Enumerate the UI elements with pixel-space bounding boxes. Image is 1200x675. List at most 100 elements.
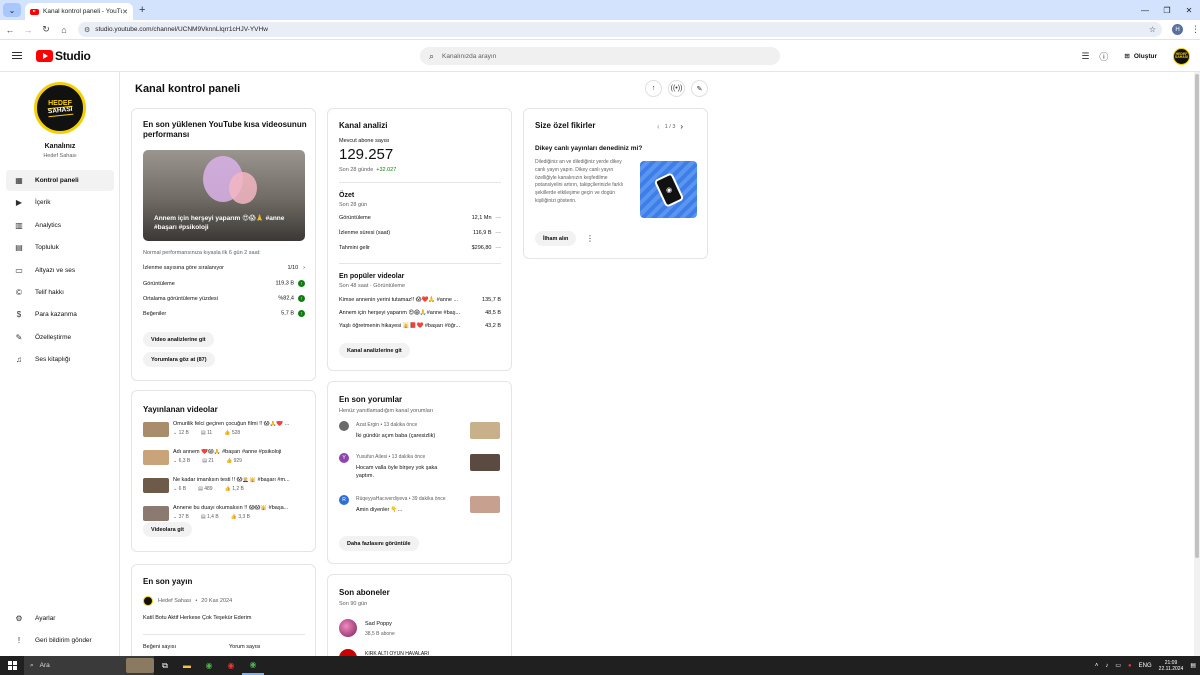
chrome-active-icon[interactable]: ◉ xyxy=(242,656,264,675)
back-icon[interactable]: ← xyxy=(2,25,18,35)
upload-icon[interactable]: ↑ xyxy=(645,80,662,97)
comment-video-thumbnail[interactable] xyxy=(470,422,500,439)
browser-tab[interactable]: Kanal kontrol paneli - YouTube ✕ xyxy=(25,3,133,20)
file-explorer-icon[interactable]: ▬ xyxy=(176,656,198,675)
sidebar-item-community[interactable]: ▤ Topluluk xyxy=(6,237,114,258)
sidebar-item-customization[interactable]: ✎ Özelleştirme xyxy=(6,327,114,348)
create-button[interactable]: ⊞ Oluştur xyxy=(1118,47,1163,65)
tab-title: Kanal kontrol paneli - YouTube xyxy=(43,8,122,15)
ideas-pager: ‹ 1 / 3 › xyxy=(657,122,683,131)
task-view-icon[interactable]: ⧉ xyxy=(154,656,176,675)
comment-video-thumbnail[interactable] xyxy=(470,496,500,513)
popular-video-row[interactable]: Annem için herşeyi yaparım 😍😱🙏#anne #baş… xyxy=(339,310,501,316)
home-icon[interactable]: ⌂ xyxy=(56,25,72,35)
close-window-icon[interactable]: ✕ xyxy=(1178,0,1200,20)
studio-logo[interactable]: Studio xyxy=(36,49,91,63)
forward-icon[interactable]: → xyxy=(20,25,36,35)
chrome-icon[interactable]: ◉ xyxy=(198,656,220,675)
thumbs-up-icon: 👍 xyxy=(224,486,231,492)
tab-search-icon[interactable]: ⌄ xyxy=(3,3,21,17)
help-icon[interactable]: ⓘ xyxy=(1099,50,1108,63)
language-icon[interactable]: ENG xyxy=(1139,663,1152,669)
account-avatar[interactable]: HEDEF SAHASI xyxy=(1173,47,1190,65)
card-title: En son yorumlar xyxy=(339,395,403,404)
channel-analytics-card: Kanal analizi Mevcut abone sayısı 129.25… xyxy=(327,108,512,371)
sidebar-item-audio-library[interactable]: ♫ Ses kitaplığı xyxy=(6,349,114,370)
video-thumbnail[interactable] xyxy=(143,478,169,493)
minimize-icon[interactable]: — xyxy=(1134,0,1156,20)
video-list-item[interactable]: Omurilik felci geçiren çocuğun filmi !! … xyxy=(143,421,305,443)
chevron-left-icon[interactable]: ‹ xyxy=(657,122,660,131)
site-info-icon[interactable]: ⚙ xyxy=(84,26,90,34)
channel-avatar[interactable]: HEDEF SAHASI xyxy=(34,82,86,134)
go-live-icon[interactable]: ((•)) xyxy=(668,80,685,97)
page-scrollbar[interactable] xyxy=(1194,72,1200,656)
tray-expand-icon[interactable]: ˄ xyxy=(1095,663,1099,669)
system-tray: ˄ ♪ ▭ ● ENG 21:09 22.11.2024 ▤ xyxy=(1095,656,1196,675)
comment-video-thumbnail[interactable] xyxy=(470,454,500,471)
search-icon: ⌕ xyxy=(30,661,34,669)
subscriber-name[interactable]: Sad Poppy xyxy=(365,621,392,627)
window-controls: — ❐ ✕ xyxy=(1134,0,1200,20)
start-button[interactable] xyxy=(0,656,24,675)
views-icon: ⌄ xyxy=(173,458,178,464)
clock[interactable]: 21:09 22.11.2024 xyxy=(1159,660,1184,672)
reload-icon[interactable]: ↻ xyxy=(38,24,54,35)
view-more-comments-button[interactable]: Daha fazlasını görüntüle xyxy=(339,536,419,551)
url-field[interactable]: ⚙ studio.youtube.com/channel/UCNM9VknnLl… xyxy=(77,22,1163,37)
search-input[interactable]: ⌕ Kanalınızda arayın xyxy=(420,47,780,65)
rank-row[interactable]: İzlenme sayısına göre sıralanıyor 1/10 › xyxy=(143,265,305,271)
restore-icon[interactable]: ❐ xyxy=(1156,0,1178,20)
video-title: Omurilik felci geçiren çocuğun filmi !! … xyxy=(173,421,290,427)
views-icon: ⌄ xyxy=(173,486,178,492)
notifications-icon[interactable]: ▤ xyxy=(1190,662,1196,669)
comment-author: Yusufun Ailesi xyxy=(356,454,388,460)
video-views: 6 B xyxy=(178,486,187,492)
sidebar-item-analytics[interactable]: ▥ Analytics xyxy=(6,215,114,236)
browser-profile-avatar[interactable]: H xyxy=(1172,24,1183,35)
taskbar-search[interactable]: ⌕ Ara xyxy=(24,656,154,675)
chevron-right-icon[interactable]: › xyxy=(680,122,683,131)
comments-icon: ▤ xyxy=(198,486,203,492)
video-analytics-button[interactable]: Video analizlerine git xyxy=(143,332,214,347)
popular-title: En popüler videolar xyxy=(339,273,405,280)
sidebar-item-dashboard[interactable]: ▦ Kontrol paneli xyxy=(6,170,114,191)
get-inspired-button[interactable]: İlham alın xyxy=(535,231,577,246)
security-icon[interactable]: ● xyxy=(1128,663,1132,669)
bookmark-star-icon[interactable]: ☆ xyxy=(1149,25,1156,34)
popular-video-row[interactable]: Yaşlı öğretmenin hikayesi 🕌📕❤️ #başarı #… xyxy=(339,323,501,329)
tab-close-icon[interactable]: ✕ xyxy=(122,8,128,16)
messages-icon[interactable]: ☰ xyxy=(1081,51,1089,62)
video-list-item[interactable]: Ne kadar imanlısın testi !! 😱👩‍🦳🕌 #başar… xyxy=(143,477,305,499)
comments-button[interactable]: Yorumlara göz at (87) xyxy=(143,352,215,367)
comment-item[interactable]: Y Yusufun Ailesi • 13 dakika önce Hocam va… xyxy=(339,453,501,483)
new-tab-button[interactable]: + xyxy=(139,4,145,16)
video-thumbnail[interactable] xyxy=(143,506,169,521)
media-app-icon[interactable]: ◉ xyxy=(220,656,242,675)
video-thumbnail[interactable] xyxy=(143,450,169,465)
sidebar-item-content[interactable]: ▶ İçerik xyxy=(6,192,114,213)
comment-item[interactable]: Azat Ergin • 13 dakika önce İki gündür aç… xyxy=(339,421,501,451)
comment-item[interactable]: R RüqeyyaHacıverdiyeva • 39 dakika önce Am… xyxy=(339,495,501,525)
views-icon: ⌄ xyxy=(173,514,178,520)
video-views: 12 B xyxy=(178,430,189,436)
create-post-icon[interactable]: ✎ xyxy=(691,80,708,97)
sidebar-item-monetization[interactable]: $ Para kazanma xyxy=(6,304,114,325)
sidebar-item-settings[interactable]: ⚙ Ayarlar xyxy=(6,608,114,629)
sidebar-item-subtitles[interactable]: ▭ Altyazı ve ses xyxy=(6,260,114,281)
browser-menu-icon[interactable]: ⋮ xyxy=(1191,24,1200,35)
video-list-item[interactable]: Adı annem ❤️😱🙏 #başarı #anne #psikoloji ⌄… xyxy=(143,449,305,471)
network-icon[interactable]: ▭ xyxy=(1115,662,1121,669)
subscriber-avatar[interactable] xyxy=(339,619,357,637)
sidebar-item-feedback[interactable]: ! Geri bildirim gönder xyxy=(6,630,114,651)
more-options-icon[interactable]: ⋮ xyxy=(586,234,594,243)
channel-analytics-button[interactable]: Kanal analizlerine git xyxy=(339,343,410,358)
pager-text: 1 / 3 xyxy=(664,123,676,130)
popular-video-row[interactable]: Kimse annenin yerini tutamaz!! 😱❤️🙏 #ann… xyxy=(339,297,501,303)
menu-icon[interactable] xyxy=(12,51,22,60)
sidebar-item-copyright[interactable]: © Telif hakkı xyxy=(6,282,114,303)
short-thumbnail[interactable]: Annem için herşeyi yaparım 😍😱🙏 #anne #ba… xyxy=(143,150,305,241)
videos-button[interactable]: Videolara git xyxy=(143,522,192,537)
video-thumbnail[interactable] xyxy=(143,422,169,437)
volume-icon[interactable]: ♪ xyxy=(1105,663,1108,669)
